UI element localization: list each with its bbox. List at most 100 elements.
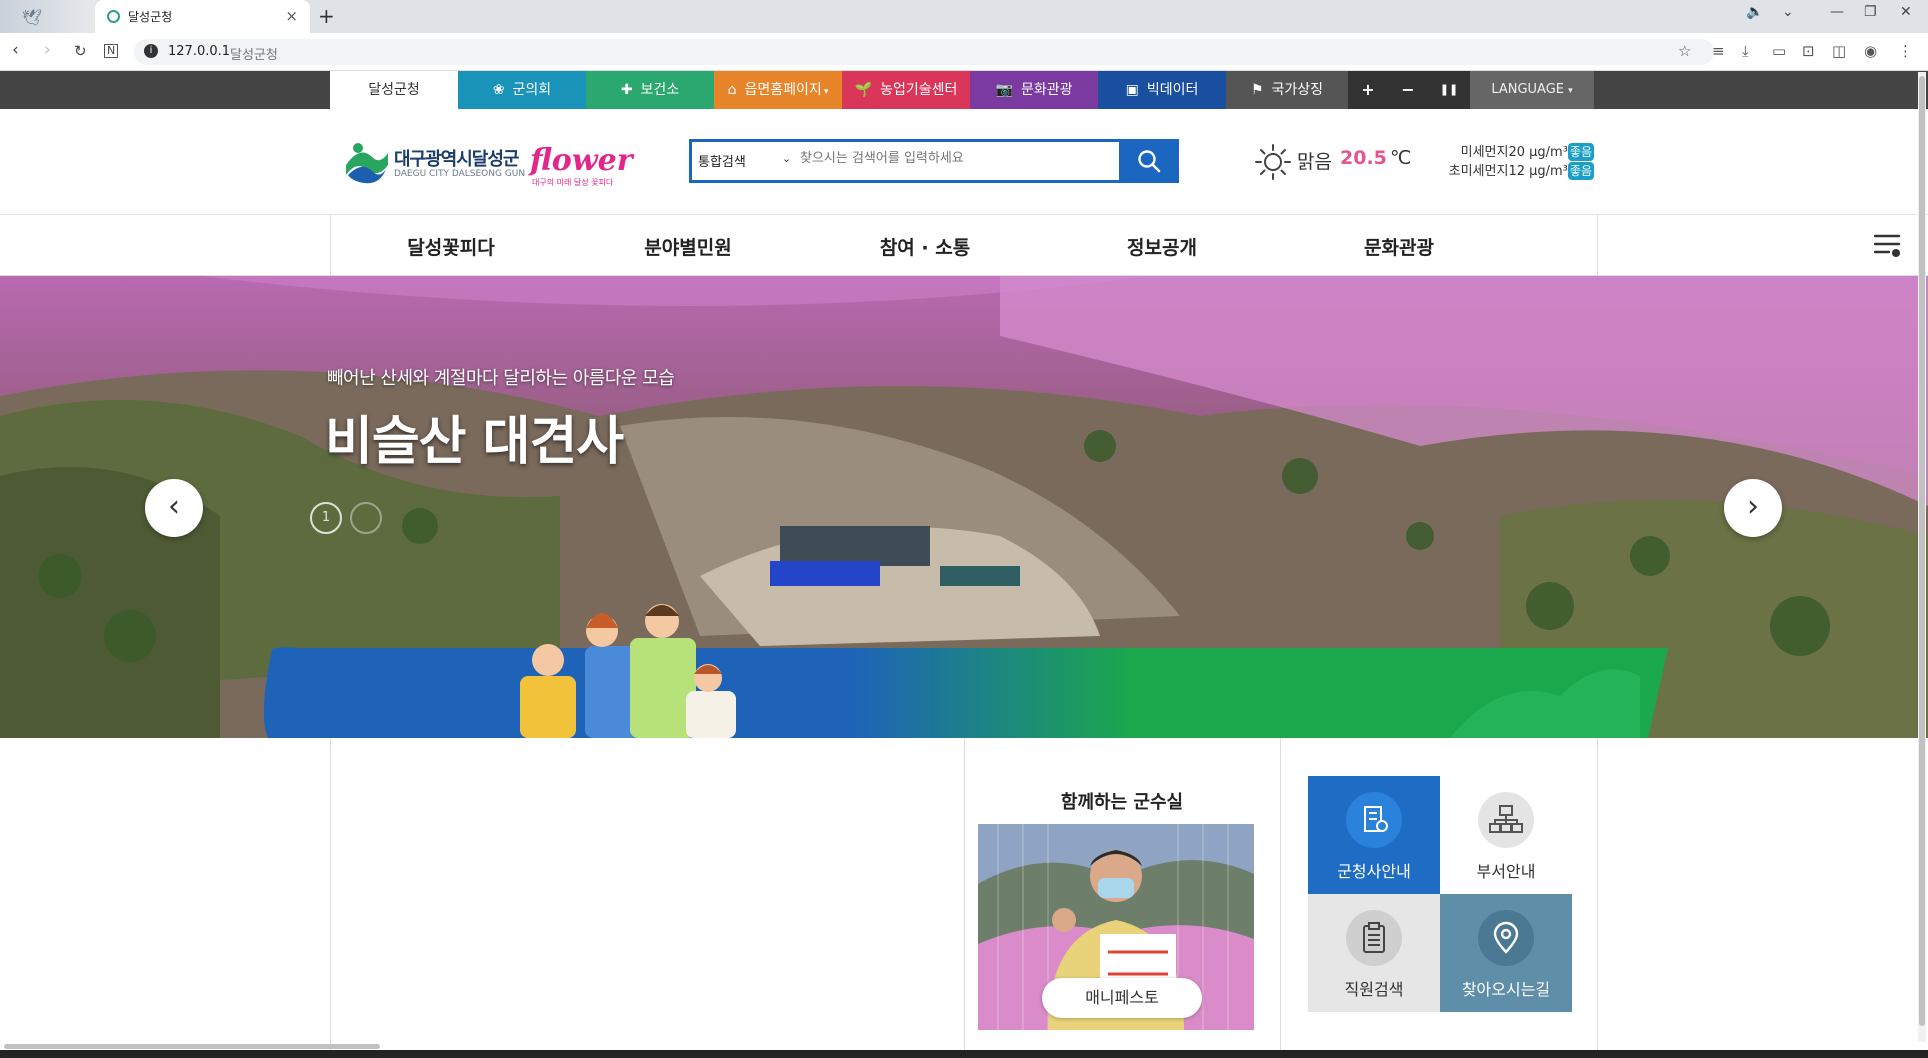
zoom-in-button[interactable]: + <box>1348 71 1388 109</box>
chevron-down-icon: ▾ <box>823 87 829 97</box>
url-field[interactable]: i 127.0.0.1 달성군청 <box>134 39 1714 65</box>
air-quality-widget: 미세먼지20 μg/m³ 좋음 초미세먼지12 μg/m³ 좋음 <box>1424 143 1594 181</box>
sitebar-item-council[interactable]: ❀ 군의회 <box>458 71 586 109</box>
sitebar-item-home[interactable]: 달성군청 <box>330 71 458 109</box>
nav-information[interactable]: 정보공개 <box>1062 233 1262 260</box>
new-tab-button[interactable]: + <box>318 4 335 28</box>
menu-icon[interactable]: ⋮ <box>1898 42 1913 60</box>
previous-slide-button[interactable]: ‹ <box>145 479 203 537</box>
language-select[interactable]: LANGUAGE ▾ <box>1470 71 1594 109</box>
quick-link-label: 직원검색 <box>1344 980 1404 999</box>
bookmark-star-icon[interactable]: ☆ <box>1678 42 1691 60</box>
scrollbar-thumb[interactable] <box>1919 76 1925 1026</box>
minimize-button[interactable]: — <box>1830 4 1844 20</box>
nav-dalseong-flower[interactable]: 달성꽃피다 <box>351 233 551 260</box>
site-top-bar: 달성군청 ❀ 군의회 ✚ 보건소 ⌂ 읍면홈페이지 ▾ 🌱 농업기술센터 📷 문화관광 ▣ 빅… <box>0 71 1928 109</box>
logo-korean-text: 대구광역시달성군 <box>394 149 519 170</box>
weather-temperature: 20.5 <box>1340 147 1387 169</box>
sitebar-item-national-symbol[interactable]: ⚑ 국가상징 <box>1226 71 1348 109</box>
main-navigation-frame: 달성꽃피다 분야별민원 참여 · 소통 정보공개 문화관광 <box>330 215 1901 276</box>
logo-slogan-text: 대구의 미래 달성 꽃피다 <box>532 178 614 187</box>
playlist-icon[interactable]: ≡ <box>1712 42 1725 60</box>
pause-button[interactable]: ❚❚ <box>1428 71 1470 109</box>
nav-culture-tourism[interactable]: 문화관광 <box>1299 233 1499 260</box>
download-icon[interactable]: ⤓ <box>1742 42 1749 60</box>
tab-list-chevron-icon[interactable]: ⌄ <box>1782 4 1794 20</box>
quick-link-staff-search[interactable]: 직원검색 <box>1308 894 1440 1012</box>
screenshot-icon[interactable]: ▭ <box>1772 42 1786 60</box>
site-header: 대구광역시달성군 DAEGU CITY DALSEONG GUN flower … <box>0 109 1928 215</box>
nav-civil-service[interactable]: 분야별민원 <box>588 233 788 260</box>
reload-icon[interactable]: ↻ <box>74 42 87 60</box>
back-icon[interactable]: ‹ <box>12 40 19 60</box>
zoom-out-button[interactable]: − <box>1388 71 1428 109</box>
monitor-icon: ▣ <box>1125 82 1139 98</box>
chevron-down-icon: ▾ <box>1568 86 1573 96</box>
pm10-status-badge: 좋음 <box>1567 143 1594 161</box>
org-chart-icon <box>1478 792 1534 848</box>
sitebar-item-township[interactable]: ⌂ 읍면홈페이지 ▾ <box>714 71 842 109</box>
active-tab[interactable]: 달성군청 × <box>95 0 310 33</box>
content-divider <box>1597 738 1598 1050</box>
chevron-left-icon: ‹ <box>168 489 180 524</box>
chevron-right-icon: › <box>1747 489 1759 524</box>
nav-participation[interactable]: 참여 · 소통 <box>825 233 1025 260</box>
favicon-icon <box>107 10 120 23</box>
sitebar-item-label: 국가상징 <box>1271 82 1324 98</box>
site-logo[interactable]: 대구광역시달성군 DAEGU CITY DALSEONG GUN flower … <box>342 135 642 191</box>
sitebar-item-label: 달성군청 <box>368 82 420 98</box>
horizontal-scrollbar[interactable] <box>4 1044 380 1049</box>
pm10-value: 미세먼지20 μg/m³ <box>1460 145 1568 160</box>
close-window-button[interactable]: ✕ <box>1900 4 1912 20</box>
profile-icon[interactable]: ◉ <box>1864 42 1877 60</box>
next-slide-button[interactable]: › <box>1724 479 1782 537</box>
mayor-office-heading: 함께하는 군수실 <box>1060 792 1184 813</box>
taskbar-strip <box>0 1050 1928 1058</box>
logo-english-text: DAEGU CITY DALSEONG GUN <box>394 169 526 179</box>
quick-link-label: 군청사안내 <box>1337 862 1411 881</box>
browser-tab-bar: 🕊 달성군청 × + 🔈 ⌄ — ❐ ✕ <box>0 0 1928 33</box>
mayor-office-section: 함께하는 군수실 매니페스토 <box>964 738 1280 1050</box>
quick-link-directions[interactable]: 찾아오시는길 <box>1440 894 1572 1012</box>
slide-indicator-2[interactable] <box>350 502 382 534</box>
forward-icon[interactable]: › <box>44 40 51 60</box>
site-info-icon[interactable]: i <box>144 44 158 58</box>
vertical-scrollbar[interactable] <box>1918 72 1926 1042</box>
search-input[interactable] <box>800 151 1060 166</box>
main-navigation: 달성꽃피다 분야별민원 참여 · 소통 정보공개 문화관광 <box>0 215 1928 276</box>
quick-link-label: 부서안내 <box>1476 862 1536 881</box>
tab-close-icon[interactable]: × <box>285 7 298 25</box>
sprout-icon: 🌱 <box>854 82 873 98</box>
hero-mountain-image <box>0 276 1928 738</box>
sitebar-item-label: 보건소 <box>640 82 680 98</box>
sitebar-item-health[interactable]: ✚ 보건소 <box>586 71 714 109</box>
all-menu-icon[interactable] <box>1873 232 1903 260</box>
dalseong-logo-mark-icon <box>343 138 389 184</box>
manifesto-button[interactable]: 매니페스토 <box>1042 978 1202 1018</box>
pm25-value: 초미세먼지12 μg/m³ <box>1448 164 1568 179</box>
restore-button[interactable]: ❐ <box>1864 4 1877 20</box>
url-page-title: 달성군청 <box>230 48 278 63</box>
capture-icon[interactable]: ⊡ <box>1802 42 1815 60</box>
sidebar-icon[interactable]: ◫ <box>1832 42 1846 60</box>
content-divider <box>330 738 331 1050</box>
search-scope-select[interactable]: 통합검색 <box>698 151 746 170</box>
bird-icon: 🕊 <box>22 8 43 27</box>
search-button[interactable] <box>1119 139 1179 183</box>
hero-title: 비슬산 대견사 <box>325 412 624 472</box>
sitebar-item-bigdata[interactable]: ▣ 빅데이터 <box>1098 71 1226 109</box>
tab-title: 달성군청 <box>128 10 173 24</box>
slide-indicator-1[interactable]: 1 <box>310 502 342 534</box>
chevron-down-icon: ⌄ <box>782 152 792 165</box>
sitebar-item-culture[interactable]: 📷 문화관광 <box>970 71 1098 109</box>
search-icon <box>1138 150 1161 173</box>
sitebar-item-label: 군의회 <box>512 82 552 98</box>
sitebar-item-label: 빅데이터 <box>1146 82 1199 98</box>
previous-tab[interactable]: 🕊 <box>0 0 95 33</box>
sitebar-item-agriculture[interactable]: 🌱 농업기술센터 <box>842 71 970 109</box>
quick-link-label: 찾아오시는길 <box>1461 980 1551 999</box>
quick-link-departments[interactable]: 부서안내 <box>1440 776 1572 894</box>
reader-icon[interactable]: N <box>104 44 119 58</box>
quick-link-government-building[interactable]: 군청사안내 <box>1308 776 1440 894</box>
speaker-icon[interactable]: 🔈 <box>1746 4 1763 20</box>
